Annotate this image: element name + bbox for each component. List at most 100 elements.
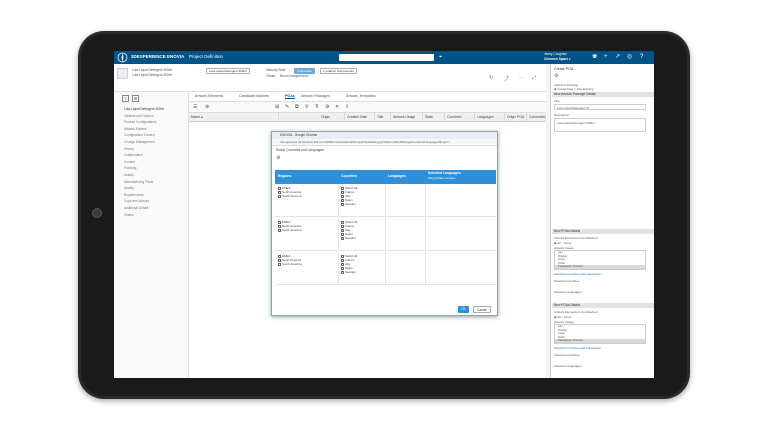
column-header[interactable]: Title xyxy=(375,113,391,122)
description-field[interactable]: Lota Liquid Detergent 300ml xyxy=(554,118,646,132)
sidebar-item[interactable]: Requirements xyxy=(114,192,188,199)
section-header[interactable]: New POAs Details xyxy=(552,303,654,308)
tab-artwork-templates[interactable]: Artwork Templates xyxy=(346,94,376,98)
column-header[interactable]: Origin POA xyxy=(505,113,527,122)
sidebar-item[interactable]: Claims xyxy=(114,212,188,219)
search-input[interactable] xyxy=(339,54,434,61)
selected-languages-label: Selected Languages xyxy=(554,290,582,294)
refresh-icon[interactable]: ↻ xyxy=(489,75,493,81)
sidebar-item[interactable]: Copy and Artwork xyxy=(114,198,188,205)
settings-icon[interactable]: ⚙ xyxy=(325,104,329,110)
sidebar-item[interactable]: Assets xyxy=(114,172,188,179)
top-bar: 3DEXPERIENCE ENOVIA Project Definition ⌖… xyxy=(114,51,654,64)
tree-view-icon[interactable]: ≡ xyxy=(122,95,129,102)
attach-elements-label: Artwork Elements to be Attached xyxy=(554,310,598,314)
country-checkbox[interactable]: Sweden xyxy=(341,202,356,206)
all-none-radio[interactable]: ◉ All ○ None xyxy=(554,315,571,319)
usage-listbox[interactable]: Lay Display Insert Other Packaging / Pri… xyxy=(554,324,646,344)
region-checkbox[interactable]: South America xyxy=(278,262,302,266)
sidebar-item[interactable]: History xyxy=(114,146,188,153)
sidebar-item[interactable]: Product Configurations xyxy=(114,119,188,126)
filter-icon[interactable]: ⊞ xyxy=(275,104,279,110)
share-icon[interactable]: ⤴ xyxy=(504,75,509,82)
graphic-components-chip[interactable]: 1 Graphic Components xyxy=(320,68,357,74)
column-header[interactable]: Artwork Usage xyxy=(391,113,423,122)
create-new-radio[interactable]: ◉ Create New ○ Use Existing xyxy=(554,87,593,91)
tab-poas[interactable]: POAs xyxy=(285,94,295,99)
export-icon[interactable]: ⇪ xyxy=(345,104,349,110)
user-info[interactable]: Jenny Coughlan Common Space ▾ xyxy=(544,52,571,61)
create-poa-panel: Create POA ⚙ Attach to Package ◉ Create … xyxy=(550,64,654,378)
regions-header: Regions xyxy=(278,174,292,178)
list-view-icon[interactable]: ☰ xyxy=(132,95,139,102)
tab-artwork-elements[interactable]: Artwork Elements xyxy=(195,94,223,98)
column-header[interactable]: Name ▴ xyxy=(189,113,279,122)
delete-icon[interactable]: ✕ xyxy=(335,104,339,110)
sidebar-item[interactable]: Configuration Context xyxy=(114,132,188,139)
column-header[interactable]: Countries xyxy=(445,113,475,122)
country-checkbox[interactable]: Sweden xyxy=(341,270,356,274)
home-button[interactable] xyxy=(92,208,102,218)
add-icon[interactable]: ⊕ xyxy=(205,104,209,110)
selected-countries-label: Selected Countries xyxy=(554,353,580,357)
all-none-radio[interactable]: ◉ All ○ None xyxy=(554,241,571,245)
ok-button[interactable]: OK xyxy=(458,306,469,313)
cancel-button[interactable]: Cancel xyxy=(473,306,491,313)
tab-candidate-markets[interactable]: Candidate Markets xyxy=(239,94,269,98)
table-row: EMEA North America South America Select … xyxy=(275,184,496,217)
notifications-icon[interactable]: ◎ xyxy=(627,53,632,61)
add-icon[interactable]: + xyxy=(604,53,608,61)
title-label: Title xyxy=(554,99,560,103)
sidebar: ≡ ☰ Lota Liquid Detergent 300ml Variants… xyxy=(114,92,189,378)
column-header[interactable]: Origin xyxy=(319,113,345,122)
sidebar-item[interactable]: Manufacturing Plans xyxy=(114,179,188,186)
region-checkbox[interactable]: South America xyxy=(278,228,302,232)
tag-icon[interactable]: ⌖ xyxy=(439,54,442,60)
sidebar-item[interactable]: Change Management xyxy=(114,139,188,146)
more-icon[interactable]: ⋯ xyxy=(519,75,524,81)
share-arrow-icon[interactable]: ↗ xyxy=(615,53,620,61)
compass-logo-icon[interactable] xyxy=(117,52,128,63)
selected-countries-languages-link[interactable]: Selected Countries and Languages xyxy=(554,346,601,350)
column-header[interactable]: Connected Arts xyxy=(527,113,546,122)
user-space: Common Space ▾ xyxy=(544,56,571,61)
section-header[interactable]: New Artwork Package Details xyxy=(552,92,654,97)
help-icon[interactable]: ? xyxy=(640,53,643,61)
funnel-icon[interactable]: ⊽ xyxy=(315,104,319,110)
link-icon[interactable]: ⚲ xyxy=(305,104,309,110)
sidebar-toolbar: ≡ ☰ xyxy=(114,92,188,106)
share-icon[interactable]: ♚ xyxy=(592,53,597,61)
object-chip[interactable]: Lota Liquid Detergent 300ml xyxy=(206,68,250,74)
table-row: EMEA North America South America Select … xyxy=(275,252,496,285)
dialog-tool-icon[interactable]: ⚙ xyxy=(276,155,280,161)
country-checkbox[interactable]: Sweden xyxy=(341,236,356,240)
usage-option[interactable]: Packaging / Primary xyxy=(555,265,645,269)
sidebar-item[interactable]: Artwork Folders xyxy=(114,126,188,133)
sidebar-item[interactable]: Quality xyxy=(114,185,188,192)
sidebar-item[interactable]: Lota Liquid Detergent 300ml xyxy=(114,106,188,113)
sidebar-item[interactable]: Content xyxy=(114,159,188,166)
title-field[interactable]: Lota Liquid Detergent 3l xyxy=(554,104,646,110)
edit-icon[interactable]: ✎ xyxy=(285,104,289,110)
region-checkbox[interactable]: South America xyxy=(278,194,302,198)
sidebar-item[interactable]: Planning xyxy=(114,165,188,172)
column-header[interactable]: Languages xyxy=(475,113,505,122)
usage-listbox[interactable]: Lay Display Insert Other Packaging / Pri… xyxy=(554,250,646,270)
usage-option[interactable]: Packaging / Primary xyxy=(555,339,645,343)
tab-artwork-packages[interactable]: Artwork Packages xyxy=(301,94,330,98)
column-header[interactable]: State xyxy=(423,113,445,122)
column-header[interactable]: Created Date xyxy=(345,113,375,122)
menu-icon[interactable]: ☰ xyxy=(193,104,197,110)
object-thumbnail xyxy=(117,68,128,79)
sidebar-item[interactable]: Variants and Options xyxy=(114,113,188,120)
sidebar-item[interactable]: Collaboration xyxy=(114,152,188,159)
maturity-label: Maturity State xyxy=(266,68,286,72)
app-name: Project Definition xyxy=(189,54,224,59)
selected-countries-languages-link[interactable]: Selected Countries and Languages xyxy=(554,272,601,276)
maximize-icon[interactable]: ⤢ xyxy=(532,75,536,81)
panel-icon: ⚙ xyxy=(554,73,559,79)
section-header[interactable]: New POAs Details xyxy=(552,229,654,234)
sidebar-item[interactable]: Additional Details xyxy=(114,205,188,212)
copy-icon[interactable]: ⧉ xyxy=(295,104,299,110)
description-label: Description xyxy=(554,113,570,117)
